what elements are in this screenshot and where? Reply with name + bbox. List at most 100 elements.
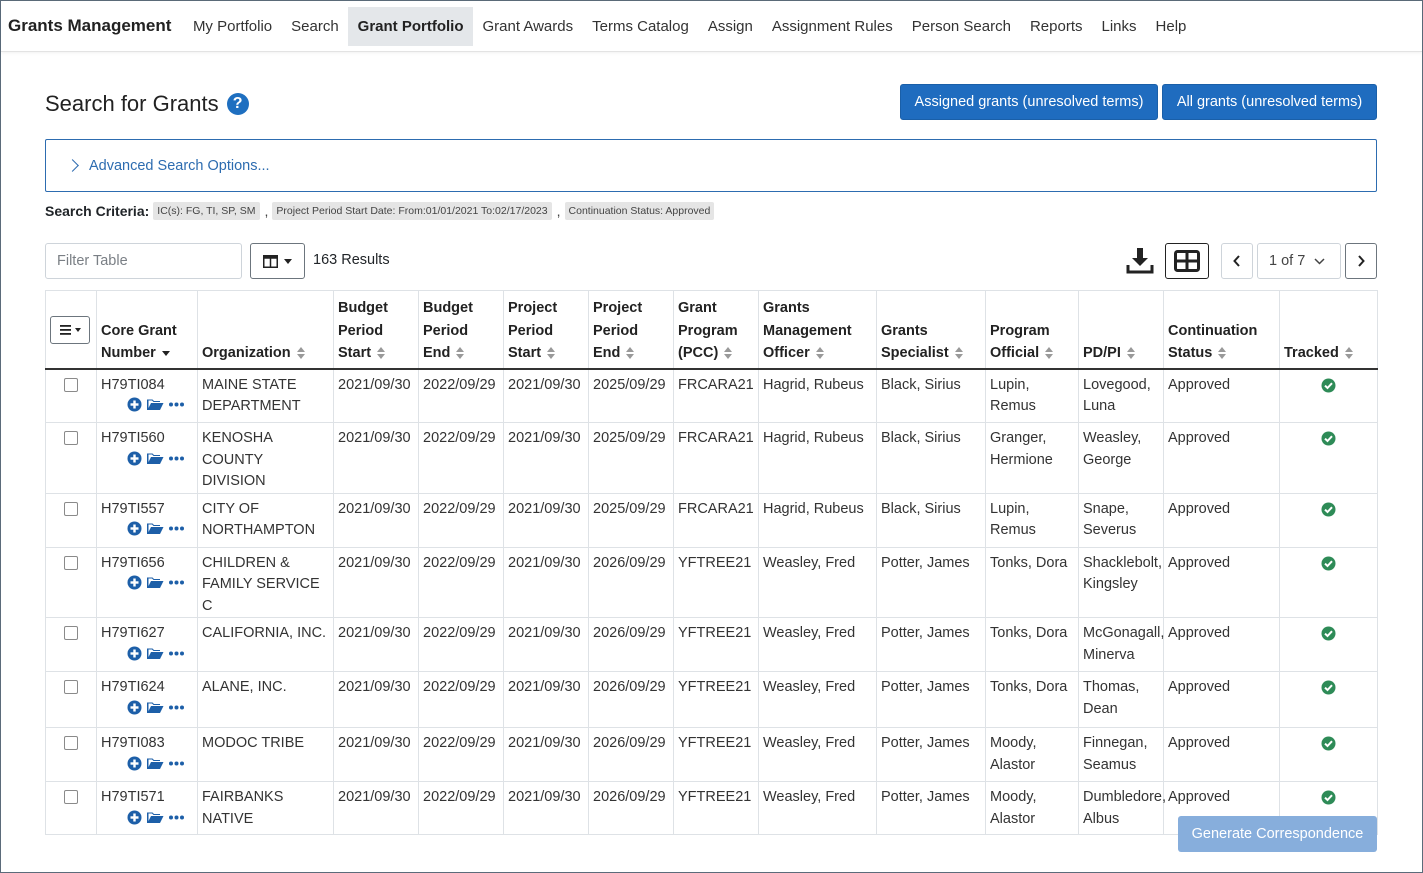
sort-icon[interactable] (1045, 347, 1054, 360)
sort-icon[interactable] (1344, 347, 1353, 360)
grant-number-link[interactable]: H79TI557 (101, 501, 165, 517)
more-options-icon[interactable] (169, 456, 184, 461)
grant-number-link[interactable]: H79TI560 (101, 430, 165, 446)
download-icon[interactable] (1125, 245, 1155, 275)
sort-icon[interactable] (626, 347, 635, 360)
nav-item-grant-awards[interactable]: Grant Awards (473, 7, 583, 46)
more-options-icon[interactable] (169, 526, 184, 531)
grant-number-link[interactable]: H79TI627 (101, 625, 165, 641)
row-checkbox[interactable] (64, 501, 78, 516)
sort-icon[interactable] (815, 347, 824, 360)
folder-open-icon[interactable] (147, 522, 164, 535)
table-cell: Tonks, Dora (985, 546, 1079, 618)
folder-open-icon[interactable] (147, 452, 164, 465)
nav-item-links[interactable]: Links (1092, 7, 1146, 46)
grant-number-link[interactable]: H79TI571 (101, 789, 165, 805)
criteria-separator: , (264, 203, 269, 219)
more-options-icon[interactable] (169, 651, 184, 656)
row-checkbox[interactable] (64, 680, 78, 694)
column-header[interactable]: Core Grant Number (96, 290, 198, 370)
more-options-icon[interactable] (169, 761, 184, 766)
column-header[interactable]: Grants Management Officer (758, 290, 877, 370)
folder-open-icon[interactable] (147, 647, 164, 660)
help-icon[interactable]: ? (226, 93, 249, 115)
nav-item-help[interactable]: Help (1146, 7, 1196, 46)
column-header[interactable]: Tracked (1279, 290, 1378, 370)
all-grants-button[interactable]: All grants (unresolved terms) (1162, 84, 1377, 120)
add-circle-icon[interactable] (127, 646, 142, 661)
row-checkbox[interactable] (64, 555, 78, 570)
advanced-search-toggle[interactable]: Advanced Search Options... (45, 139, 1377, 192)
table-cell: H79TI083 (96, 727, 198, 782)
column-toggle-button[interactable] (250, 243, 305, 279)
cell-value: Approved (1168, 735, 1231, 751)
grid-view-button[interactable] (1165, 243, 1209, 279)
row-checkbox[interactable] (64, 431, 78, 445)
column-header[interactable]: Program Official (985, 290, 1079, 370)
grant-number-link[interactable]: H79TI083 (101, 735, 165, 751)
column-header[interactable]: Organization (197, 290, 334, 370)
folder-open-icon[interactable] (147, 757, 164, 770)
column-header[interactable]: Project Period Start (503, 290, 589, 370)
nav-item-search[interactable]: Search (282, 7, 349, 46)
row-checkbox[interactable] (64, 736, 78, 750)
nav-item-terms-catalog[interactable]: Terms Catalog (583, 7, 699, 46)
criteria-chip: Continuation Status: Approved (564, 202, 715, 220)
sort-icon[interactable] (456, 347, 465, 360)
add-circle-icon[interactable] (127, 810, 142, 825)
nav-item-grant-portfolio[interactable]: Grant Portfolio (348, 6, 473, 46)
nav-item-assign[interactable]: Assign (698, 7, 762, 46)
column-header[interactable]: PD/PI (1078, 290, 1164, 370)
more-options-icon[interactable] (169, 580, 184, 585)
nav-item-reports[interactable]: Reports (1020, 7, 1092, 46)
sort-icon[interactable] (1218, 347, 1227, 360)
folder-open-icon[interactable] (147, 701, 164, 714)
add-circle-icon[interactable] (127, 575, 142, 590)
folder-open-icon[interactable] (147, 811, 164, 824)
grant-number-link[interactable]: H79TI656 (101, 555, 165, 571)
add-circle-icon[interactable] (127, 521, 142, 536)
column-header[interactable]: Grant Program (PCC) (673, 290, 759, 370)
grant-number-link[interactable]: H79TI084 (101, 377, 165, 393)
folder-open-icon[interactable] (147, 576, 164, 589)
table-cell: 2021/09/30 (333, 671, 419, 728)
column-header[interactable]: Budget Period End (418, 290, 504, 370)
row-checkbox[interactable] (64, 790, 78, 804)
column-header[interactable]: Budget Period Start (333, 290, 419, 370)
add-circle-icon[interactable] (127, 397, 142, 412)
sort-icon[interactable] (296, 347, 305, 360)
sort-icon[interactable] (954, 347, 963, 360)
add-circle-icon[interactable] (127, 756, 142, 771)
sort-icon[interactable] (161, 350, 170, 356)
add-circle-icon[interactable] (127, 700, 142, 715)
generate-correspondence-button[interactable]: Generate Correspondence (1178, 816, 1377, 852)
cell-value: FAIRBANKS NATIVE (202, 789, 284, 827)
column-header[interactable]: Grants Specialist (876, 290, 986, 370)
nav-item-my-portfolio[interactable]: My Portfolio (183, 7, 281, 46)
row-checkbox[interactable] (64, 377, 78, 392)
folder-open-icon[interactable] (147, 398, 164, 411)
more-options-icon[interactable] (169, 815, 184, 820)
prev-page-button[interactable] (1221, 243, 1253, 279)
assigned-grants-button[interactable]: Assigned grants (unresolved terms) (900, 84, 1158, 120)
cell-value: Approved (1168, 554, 1231, 571)
filter-table-input[interactable] (45, 243, 242, 279)
column-header[interactable]: Project Period End (588, 290, 674, 370)
column-header[interactable]: Continuation Status (1163, 290, 1280, 370)
sort-icon[interactable] (724, 347, 733, 360)
sort-icon[interactable] (1126, 347, 1135, 360)
nav-item-assignment-rules[interactable]: Assignment Rules (762, 7, 902, 46)
bulk-actions-menu-button[interactable] (50, 315, 90, 344)
sort-icon[interactable] (377, 347, 386, 360)
page-select[interactable]: 1 of 7 (1257, 243, 1341, 279)
table-cell: MAINE STATE DEPARTMENT (197, 368, 334, 423)
add-circle-icon[interactable] (127, 451, 142, 466)
next-page-button[interactable] (1345, 243, 1377, 279)
app-brand[interactable]: Grants Management (1, 16, 183, 36)
sort-icon[interactable] (547, 347, 556, 360)
nav-item-person-search[interactable]: Person Search (902, 7, 1020, 46)
grant-number-link[interactable]: H79TI624 (101, 679, 165, 695)
more-options-icon[interactable] (169, 705, 184, 710)
row-checkbox[interactable] (64, 626, 78, 640)
more-options-icon[interactable] (169, 402, 184, 407)
